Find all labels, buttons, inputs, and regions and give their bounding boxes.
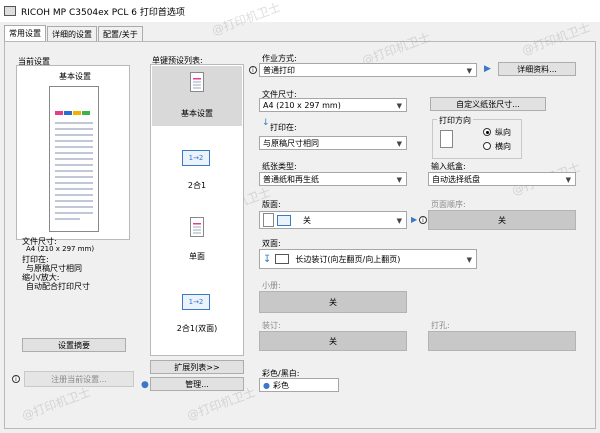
preview-title: 基本设置: [59, 72, 91, 81]
chevron-down-icon: ▼: [396, 176, 402, 184]
manage-button[interactable]: 管理...: [150, 377, 244, 391]
reduce-value: 自动配合打印尺寸: [26, 282, 90, 291]
preset-item-label: 2合1: [187, 181, 207, 190]
paper-type-label: 纸张类型:: [262, 162, 297, 171]
tab-config-about[interactable]: 配置/关于: [98, 26, 143, 41]
input-tray-value: 自动选择纸盘: [432, 174, 480, 184]
page-icon: [263, 213, 274, 227]
staple-select[interactable]: 关: [259, 331, 407, 351]
color-value: 彩色: [272, 380, 289, 390]
info-icon: i: [249, 66, 257, 74]
preset-item-basic[interactable]: 基本设置: [152, 66, 242, 126]
custom-size-button[interactable]: 自定义纸张尺寸...: [430, 97, 546, 111]
window-title: RICOH MP C3504ex PCL 6 打印首选项: [21, 7, 185, 18]
booklet-value: 关: [329, 297, 337, 307]
duplex-select[interactable]: ↧ 长边装订(向左翻页/向上翻页) ▼: [259, 249, 477, 269]
portrait-radio[interactable]: [483, 128, 491, 136]
preview-box: 基本设置: [16, 65, 130, 240]
chevron-down-icon: ▼: [396, 102, 402, 110]
duplex-value: 长边装订(向左翻页/向上翻页): [295, 254, 401, 264]
document-preview-icon: [49, 86, 99, 232]
document-icon: [190, 72, 204, 92]
job-type-value: 普通打印: [263, 65, 295, 75]
printer-app-icon: [4, 6, 16, 16]
page-order-value: 关: [498, 215, 506, 225]
tab-detailed-settings[interactable]: 详细的设置: [47, 26, 97, 41]
staple-value: 关: [329, 336, 337, 346]
paper-size-value: A4 (210 x 297 mm): [26, 245, 95, 253]
color-drops-icon: ●: [263, 380, 270, 390]
chevron-down-icon: ▼: [396, 217, 402, 225]
layout-label: 版面:: [262, 200, 281, 209]
staple-label: 装订:: [262, 321, 281, 330]
duplex-long-edge-icon: ↧: [263, 253, 272, 265]
tab-bar: 常用设置 详细的设置 配置/关于: [4, 25, 144, 41]
settings-summary-button[interactable]: 设置摘要: [22, 338, 126, 352]
preset-item-2in1[interactable]: 1→2 2合1: [152, 145, 242, 195]
preset-item-label: 2合1(双面): [176, 324, 218, 333]
input-tray-select[interactable]: 自动选择纸盘 ▼: [428, 172, 576, 186]
color-select[interactable]: ● 彩色: [259, 378, 339, 392]
doc-size-select[interactable]: A4 (210 x 297 mm) ▼: [259, 98, 407, 112]
user-icon: ●: [141, 380, 149, 390]
layout-select[interactable]: 关 ▼: [259, 211, 407, 229]
landscape-radio[interactable]: [483, 142, 491, 150]
chevron-down-icon: ▼: [466, 67, 472, 75]
layout-page-icon: [277, 214, 291, 226]
paper-type-value: 普通纸和再生纸: [263, 174, 319, 184]
chevron-down-icon: ▼: [565, 176, 571, 184]
preset-item-simplex[interactable]: 单面: [152, 213, 242, 265]
page-order-label: 页面顺序:: [431, 200, 466, 209]
play-arrow-icon: ▶: [411, 215, 418, 224]
preset-item-label: 基本设置: [181, 109, 213, 118]
booklet-select[interactable]: 关: [259, 291, 407, 313]
duplex-page-icon: [275, 254, 290, 264]
booklet-label: 小册:: [262, 281, 281, 290]
job-type-select[interactable]: 普通打印 ▼: [259, 63, 477, 77]
print-on-main-value: 与原稿尺寸相同: [263, 138, 319, 148]
portrait-label: 纵向: [495, 128, 511, 137]
landscape-label: 横向: [495, 142, 511, 151]
play-arrow-icon: ▶: [484, 64, 491, 74]
preset-item-label: 单面: [189, 252, 205, 261]
register-settings-button[interactable]: 注册当前设置...: [24, 371, 134, 387]
details-button[interactable]: 详细资料...: [498, 62, 576, 76]
preset-item-2in1-duplex[interactable]: 1→2 2合1(双面): [152, 290, 242, 340]
print-on-main-label: 打印在:: [270, 123, 297, 132]
input-tray-label: 输入纸盒:: [431, 162, 466, 171]
duplex-label: 双面:: [262, 239, 281, 248]
down-arrow-icon: ↓: [262, 118, 270, 128]
portrait-page-icon: [440, 130, 453, 148]
punch-select[interactable]: [428, 331, 576, 351]
title-bar: RICOH MP C3504ex PCL 6 打印首选项: [0, 0, 600, 22]
expand-list-button[interactable]: 扩展列表>>: [150, 360, 244, 374]
info-icon: i: [12, 375, 20, 383]
chevron-down-icon: ▼: [396, 140, 402, 148]
paper-type-select[interactable]: 普通纸和再生纸 ▼: [259, 172, 407, 186]
chevron-down-icon: ▼: [466, 256, 472, 264]
punch-label: 打孔:: [431, 321, 450, 330]
preset-listbox[interactable]: 基本设置 1→2 2合1 单面 1→2 2合1(双面): [150, 64, 244, 356]
2in1-icon: 1→2: [182, 150, 210, 166]
layout-value: 关: [303, 215, 311, 225]
info-icon: i: [419, 216, 427, 224]
document-icon: [190, 217, 204, 237]
page-order-select[interactable]: 关: [428, 210, 576, 230]
tab-common-settings[interactable]: 常用设置: [4, 25, 46, 41]
orientation-label: 打印方向: [437, 115, 473, 126]
doc-size-value: A4 (210 x 297 mm): [263, 100, 341, 110]
print-on-select[interactable]: 与原稿尺寸相同 ▼: [259, 136, 407, 150]
2in1-duplex-icon: 1→2: [182, 294, 210, 310]
